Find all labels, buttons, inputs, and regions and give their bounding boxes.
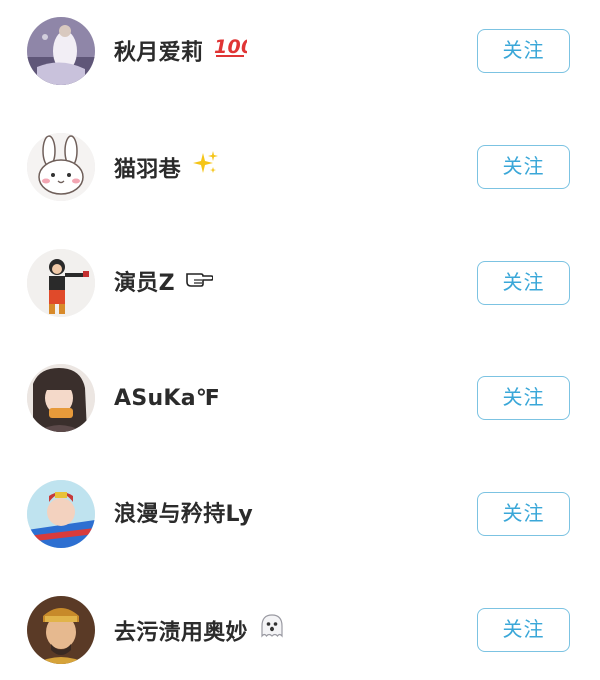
follow-button[interactable]: 关注 — [477, 492, 570, 536]
avatar[interactable] — [27, 17, 95, 85]
ghost-icon — [258, 612, 286, 651]
user-list: 秋月爱莉 100 关注 — [0, 0, 600, 680]
hundred-points-icon: 100 — [213, 33, 254, 70]
avatar[interactable] — [27, 133, 95, 201]
list-item[interactable]: 猫羽巷 关注 — [0, 124, 600, 212]
list-item[interactable]: ASuKa℉ 关注 — [0, 355, 600, 443]
user-name[interactable]: 浪漫与矜持Ly — [114, 498, 253, 532]
user-name[interactable]: ASuKa℉ — [114, 382, 220, 416]
user-name[interactable]: 去污渍用奥妙 — [114, 614, 286, 648]
avatar[interactable] — [27, 480, 95, 548]
list-item[interactable]: 浪漫与矜持Ly 关注 — [0, 471, 600, 559]
list-item[interactable]: 演员Z 关注 — [0, 240, 600, 328]
avatar[interactable] — [27, 596, 95, 664]
follow-button[interactable]: 关注 — [477, 29, 570, 73]
pointing-hand-icon — [185, 265, 214, 299]
svg-text:100: 100 — [214, 36, 247, 58]
follow-button[interactable]: 关注 — [477, 145, 570, 189]
avatar[interactable] — [27, 364, 95, 432]
list-item[interactable]: 去污渍用奥妙 关注 — [0, 587, 600, 675]
follow-button[interactable]: 关注 — [477, 376, 570, 420]
avatar[interactable] — [27, 249, 95, 317]
follow-button[interactable]: 关注 — [477, 608, 570, 652]
sparkles-icon — [191, 149, 219, 188]
user-name[interactable]: 秋月爱莉 100 — [114, 33, 254, 70]
user-name[interactable]: 猫羽巷 — [114, 151, 219, 185]
follow-button[interactable]: 关注 — [477, 261, 570, 305]
list-item[interactable]: 秋月爱莉 100 关注 — [0, 8, 600, 96]
user-name[interactable]: 演员Z — [114, 265, 214, 301]
